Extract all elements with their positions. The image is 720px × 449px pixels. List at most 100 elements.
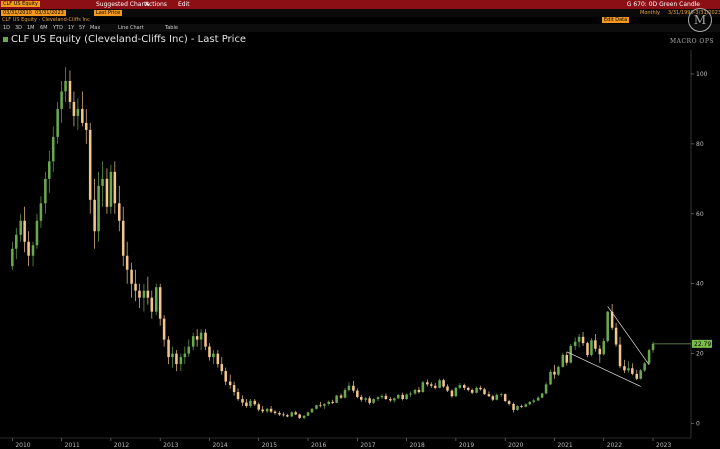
candle-body [396, 394, 400, 399]
candle-body [273, 411, 277, 414]
candle-body [171, 353, 174, 358]
x-tick-label: 2015 [262, 442, 277, 449]
candle-body [27, 241, 30, 256]
candle-body [81, 108, 84, 123]
price-chart: 0 20 40 60 80 100 2010 2011 2012 2013 2014 2015 2016… [0, 50, 712, 449]
candle-body [393, 398, 396, 401]
candle-body [470, 389, 474, 393]
candle-body [315, 405, 318, 409]
candle-body [282, 414, 285, 416]
candle-body [212, 353, 215, 358]
candle-body [487, 394, 491, 397]
candle-body [105, 178, 109, 207]
candle-body [84, 122, 88, 130]
candle-body [516, 406, 519, 410]
candle-body [614, 327, 618, 345]
candle-body [298, 414, 301, 418]
candle-body [290, 412, 294, 417]
x-tick-label: 2010 [15, 442, 30, 449]
candle-body [117, 203, 121, 221]
candle-body [232, 385, 236, 393]
candle-body [643, 363, 646, 371]
candle-body [495, 394, 499, 400]
x-tick-label: 2012 [114, 442, 129, 449]
candle-body [60, 91, 63, 109]
candle-body [343, 389, 347, 398]
candle-body [56, 108, 59, 137]
candle-body [512, 403, 515, 410]
candle-body [372, 399, 375, 403]
candle-body [269, 408, 273, 412]
candle-body [286, 415, 289, 417]
candle-body [581, 336, 585, 344]
x-tick-label: 2014 [212, 442, 227, 449]
x-tick-label: 2019 [459, 442, 474, 449]
candle-body [162, 318, 166, 340]
candle-body [602, 341, 606, 355]
candle-body [306, 412, 310, 416]
candle-body [113, 171, 117, 204]
candle-body [364, 398, 367, 400]
x-tick-label: 2022 [607, 442, 622, 449]
candle-body [520, 406, 523, 407]
candle-body [631, 368, 634, 374]
candle-body [639, 370, 642, 379]
candle-body [158, 287, 162, 319]
candle-body [138, 290, 141, 298]
candle-body [72, 101, 76, 116]
candle-body [76, 108, 80, 116]
candle-body [352, 385, 355, 391]
candle-body [31, 245, 35, 256]
candle-body [540, 393, 544, 398]
candle-body [187, 346, 191, 354]
x-tick-label: 2021 [557, 442, 572, 449]
candle-body [598, 348, 602, 355]
candle-body [146, 290, 150, 298]
candle-body [130, 269, 133, 284]
candle-body [458, 385, 462, 388]
candle-body [635, 373, 639, 379]
candle-body [565, 355, 569, 363]
candle-body [536, 397, 540, 401]
candle-body [310, 408, 314, 413]
y-tick-label: 100 [696, 71, 708, 78]
candle-body [577, 336, 581, 342]
candle-body [150, 297, 154, 312]
candle-body [154, 287, 158, 312]
candle-body [179, 357, 183, 365]
x-tick-label: 2011 [65, 442, 80, 449]
candle-body [199, 332, 203, 340]
candle-body [429, 384, 433, 386]
candle-body [573, 341, 577, 346]
candle-body [64, 80, 67, 92]
candle-body [590, 340, 593, 356]
candle-body [557, 366, 560, 375]
candle-body [302, 415, 306, 418]
candle-body [125, 255, 129, 270]
candle-body [204, 332, 207, 347]
candle-body [319, 405, 322, 407]
candle-body [261, 409, 264, 412]
candle-body [368, 398, 371, 403]
y-tick-label: 20 [696, 351, 704, 358]
candle-body [442, 380, 445, 387]
candle-body [450, 390, 454, 397]
candle-body [553, 371, 556, 375]
x-tick-label: 2017 [360, 442, 375, 449]
x-tick-label: 2018 [410, 442, 425, 449]
candle-body [331, 401, 334, 403]
candle-body [561, 355, 565, 367]
candle-body [208, 346, 211, 358]
candle-body [175, 353, 178, 365]
candle-body [647, 350, 651, 364]
candle-body [356, 390, 359, 397]
candle-body [44, 178, 47, 204]
candle-body [380, 395, 384, 398]
candle-body [618, 344, 622, 367]
candle-body [389, 399, 392, 401]
candle-body [224, 371, 228, 382]
candle-body [475, 387, 478, 393]
candle-body [216, 353, 220, 365]
candle-body [167, 339, 170, 358]
candle-body [586, 343, 589, 356]
